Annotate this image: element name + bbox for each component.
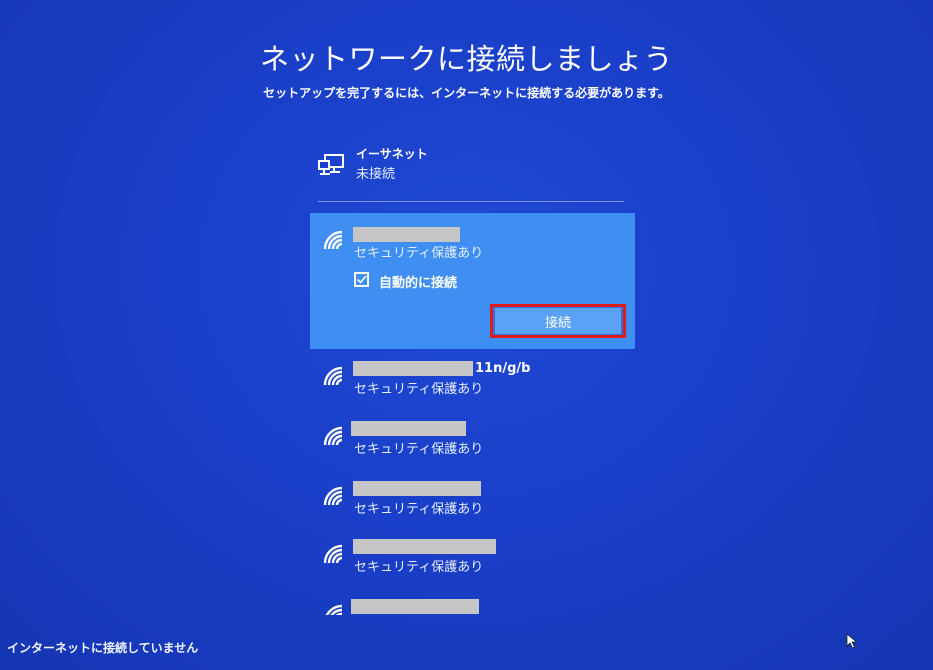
ethernet-status: 未接続 [356, 167, 396, 182]
ethernet-item[interactable]: イーサネット 未接続 [318, 145, 628, 185]
page-title: ネットワークに接続しましょう [259, 42, 673, 76]
security-status: セキュリティ保護あり [354, 246, 484, 261]
wifi-icon [323, 426, 343, 446]
wifi-network-item[interactable]: セキュリティ保護あり [310, 481, 635, 521]
ssid-redacted [353, 361, 473, 376]
security-status: セキュリティ保護あり [354, 442, 484, 457]
ssid-redacted [351, 599, 479, 614]
divider [318, 201, 624, 202]
ssid-redacted [353, 481, 481, 496]
page-subtitle: セットアップを完了するには、インターネットに接続する必要があります。 [263, 86, 670, 100]
auto-connect-label: 自動的に接続 [379, 276, 458, 291]
connection-status-text: インターネットに接続していません [7, 641, 199, 655]
wifi-network-item[interactable] [310, 599, 635, 615]
wifi-network-item[interactable]: 11n/g/b セキュリティ保護あり [310, 361, 635, 401]
wifi-icon [323, 230, 343, 250]
check-icon [356, 275, 367, 284]
ethernet-name: イーサネット [356, 147, 428, 161]
wifi-network-item[interactable]: セキュリティ保護あり [310, 421, 635, 461]
security-status: セキュリティ保護あり [354, 560, 484, 575]
mouse-cursor-icon [846, 633, 858, 649]
security-status: セキュリティ保護あり [354, 502, 484, 517]
ethernet-icon [318, 154, 344, 175]
ssid-redacted [353, 539, 496, 554]
auto-connect-checkbox[interactable] [354, 272, 369, 287]
connect-button-highlight: 接続 [490, 304, 626, 338]
ssid-redacted [353, 227, 460, 242]
wifi-icon [325, 604, 343, 615]
security-status: セキュリティ保護あり [354, 382, 484, 397]
wifi-icon [323, 366, 343, 386]
wifi-network-item-selected[interactable]: セキュリティ保護あり 自動的に接続 接続 [310, 213, 635, 349]
wifi-icon [323, 486, 343, 506]
wifi-icon [323, 544, 343, 564]
connect-button[interactable]: 接続 [495, 308, 621, 334]
ssid-suffix: 11n/g/b [475, 361, 531, 376]
wifi-network-item[interactable]: セキュリティ保護あり [310, 539, 635, 579]
ssid-redacted [351, 421, 466, 436]
